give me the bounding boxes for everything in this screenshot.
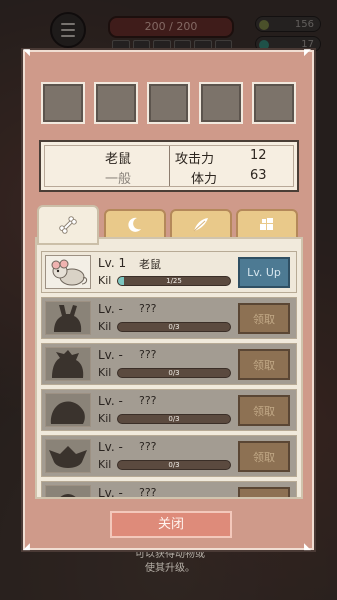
attack-value: 12 (250, 148, 267, 163)
kill-label: Kil (98, 274, 112, 287)
animal-list[interactable]: Lv. 1 老鼠 Kil 1/25 Lv. Up Lv. - ??? Kil 0… (35, 237, 303, 499)
bone-icon (59, 216, 77, 234)
kill-progress-bar: 0/3 (117, 414, 231, 424)
animal-rarity: 一般 (105, 172, 132, 187)
list-item: Lv. - ??? Kil 0/3 领取 (41, 389, 297, 431)
hint-text: 可以获得动物或 使其升级。 (135, 549, 205, 574)
corner-ornament-icon: ◥ (23, 48, 30, 58)
corner-ornament-icon: ◣ (304, 542, 311, 552)
kill-progress-text: 0/3 (168, 415, 180, 423)
kill-progress-bar: 0/3 (117, 368, 231, 378)
equipment-slot-row (41, 82, 296, 124)
level-label: Lv. 1 (98, 256, 127, 270)
animal-info-panel: 老鼠 一般 攻击力 12 体力 63 (39, 140, 299, 192)
animal-name-label: ??? (139, 348, 157, 361)
level-label: Lv. - (98, 440, 123, 454)
equipment-slot[interactable] (93, 82, 138, 124)
corner-ornament-icon: ◤ (304, 48, 311, 58)
equipment-slot[interactable] (252, 82, 296, 124)
animal-name-label: ??? (139, 302, 157, 315)
puzzle-icon (260, 218, 273, 230)
list-item: Lv. - ??? (41, 481, 297, 499)
animal-collection-dialog: ◥ ◤ ◢ ◣ 老鼠 一般 攻击力 12 体力 63 Lv. 1 老鼠 Kil … (23, 48, 314, 552)
corner-ornament-icon: ◢ (23, 542, 30, 552)
close-button[interactable]: 关闭 (110, 511, 232, 538)
list-item: Lv. - ??? Kil 0/3 领取 (41, 297, 297, 339)
kill-label: Kil (98, 412, 112, 425)
animal-name-label: 老鼠 (139, 258, 161, 271)
claim-button[interactable]: 领取 (238, 441, 290, 472)
list-item: Lv. - ??? Kil 0/3 领取 (41, 435, 297, 477)
crescent-icon (128, 217, 141, 232)
feather-icon (193, 218, 208, 232)
kill-progress-bar: 1/25 (117, 276, 231, 286)
level-label: Lv. - (98, 302, 123, 316)
claim-button[interactable] (238, 487, 290, 497)
kill-progress-text: 1/25 (166, 277, 182, 285)
kill-progress-text: 0/3 (168, 369, 180, 377)
kill-label: Kil (98, 458, 112, 471)
claim-button[interactable]: 领取 (238, 349, 290, 380)
kill-label: Kil (98, 320, 112, 333)
locked-animal-silhouette (45, 485, 91, 497)
level-label: Lv. - (98, 394, 123, 408)
hp-label: 体力 (191, 172, 218, 187)
kill-progress-bar: 0/3 (117, 322, 231, 332)
locked-animal-silhouette (45, 393, 91, 427)
hp-value: 63 (250, 168, 267, 183)
attack-label: 攻击力 (175, 152, 215, 167)
animal-name-label: ??? (139, 394, 157, 407)
kill-progress-text: 0/3 (168, 323, 180, 331)
animal-name-label: ??? (139, 486, 157, 499)
rat-portrait (45, 255, 91, 289)
claim-button[interactable]: 领取 (238, 395, 290, 426)
equipment-slot[interactable] (41, 82, 85, 124)
level-label: Lv. - (98, 486, 123, 499)
animal-name-label: ??? (139, 440, 157, 453)
locked-animal-silhouette (45, 347, 91, 381)
kill-progress-bar: 0/3 (117, 460, 231, 470)
kill-label: Kil (98, 366, 112, 379)
level-up-button[interactable]: Lv. Up (238, 257, 290, 288)
list-item: Lv. - ??? Kil 0/3 领取 (41, 343, 297, 385)
animal-name: 老鼠 (105, 152, 132, 167)
tab-bone[interactable] (37, 205, 99, 245)
kill-progress-text: 0/3 (168, 461, 180, 469)
locked-animal-silhouette (45, 439, 91, 473)
equipment-slot[interactable] (146, 82, 191, 124)
level-label: Lv. - (98, 348, 123, 362)
locked-animal-silhouette (45, 301, 91, 335)
claim-button[interactable]: 领取 (238, 303, 290, 334)
equipment-slot[interactable] (199, 82, 244, 124)
list-item: Lv. 1 老鼠 Kil 1/25 Lv. Up (41, 251, 297, 293)
